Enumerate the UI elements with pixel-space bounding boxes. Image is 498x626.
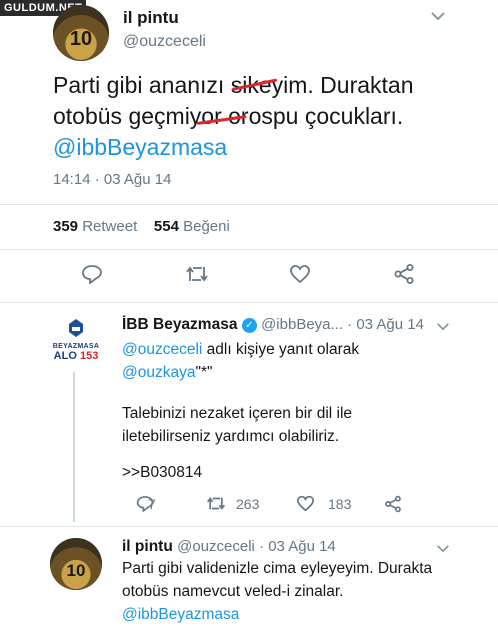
reply-to-line-2: @ouzkaya"*" [122,364,213,381]
retweet-icon[interactable] [185,264,209,289]
mention-link[interactable]: @ouzceceli [122,341,202,358]
reply-header: il pintu @ouzceceli · 03 Ağu 14 [122,538,336,556]
avatar[interactable]: 10 [50,538,102,590]
like-label[interactable]: Beğeni [183,218,230,235]
share-icon[interactable] [384,495,402,516]
retweet-count: 263 [236,496,260,512]
like-count[interactable]: 554 [154,218,179,235]
thread-line [73,372,75,522]
mention-link[interactable]: @ibbBeyazmasa [53,132,414,163]
reply-to-line: @ouzceceli adlı kişiye yanıt olarak [122,341,360,358]
verified-icon: ✓ [241,318,257,333]
author-name[interactable]: İBB Beyazmasa [122,316,237,333]
like-count: 183 [328,496,352,512]
chevron-down-icon[interactable] [430,8,446,24]
reply-body: Talebinizi nezaket içeren bir dil ile il… [122,405,353,445]
chevron-down-icon[interactable] [436,318,450,334]
like-icon[interactable] [289,264,311,289]
chevron-down-icon[interactable] [436,540,450,556]
retweet-label[interactable]: Retweet [82,218,137,235]
author-name[interactable]: il pintu [122,538,173,555]
reply-icon[interactable] [81,264,103,289]
divider [0,526,498,527]
avatar[interactable]: 10 [53,5,109,61]
divider [0,204,498,205]
ibb-emblem-icon [69,319,83,337]
author-handle-date[interactable]: @ibbBeya... · 03 Ağu 14 [261,316,424,333]
ibb-beyazmasa-logo[interactable]: BEYAZMASA ALO 153 [48,318,104,362]
retweet-count[interactable]: 359 [53,218,78,235]
retweet-icon[interactable] [206,495,226,515]
share-icon[interactable] [393,263,415,290]
author-handle[interactable]: @ouzceceli [123,33,206,51]
avatar-number: 10 [66,560,86,580]
author-handle-date[interactable]: @ouzceceli · 03 Ağu 14 [177,538,336,555]
like-icon[interactable] [296,495,315,515]
tweet-timestamp[interactable]: 14:14 · 03 Ağu 14 [53,171,171,188]
reply-code: >>B030814 [122,464,203,481]
reply-header: İBB Beyazmasa ✓ @ibbBeya... · 03 Ağu 14 [122,316,424,334]
reply-count: 7 [148,496,156,512]
tweet-stats: 359 Retweet 554 Beğeni [53,218,230,235]
author-name[interactable]: il pintu [123,8,179,28]
avatar-number: 10 [69,27,93,50]
mention-link[interactable]: @ouzkaya [122,364,195,381]
divider [0,302,498,303]
divider [0,249,498,250]
reply-body: Parti gibi validenizle cima eyleyeyim. D… [122,557,432,626]
